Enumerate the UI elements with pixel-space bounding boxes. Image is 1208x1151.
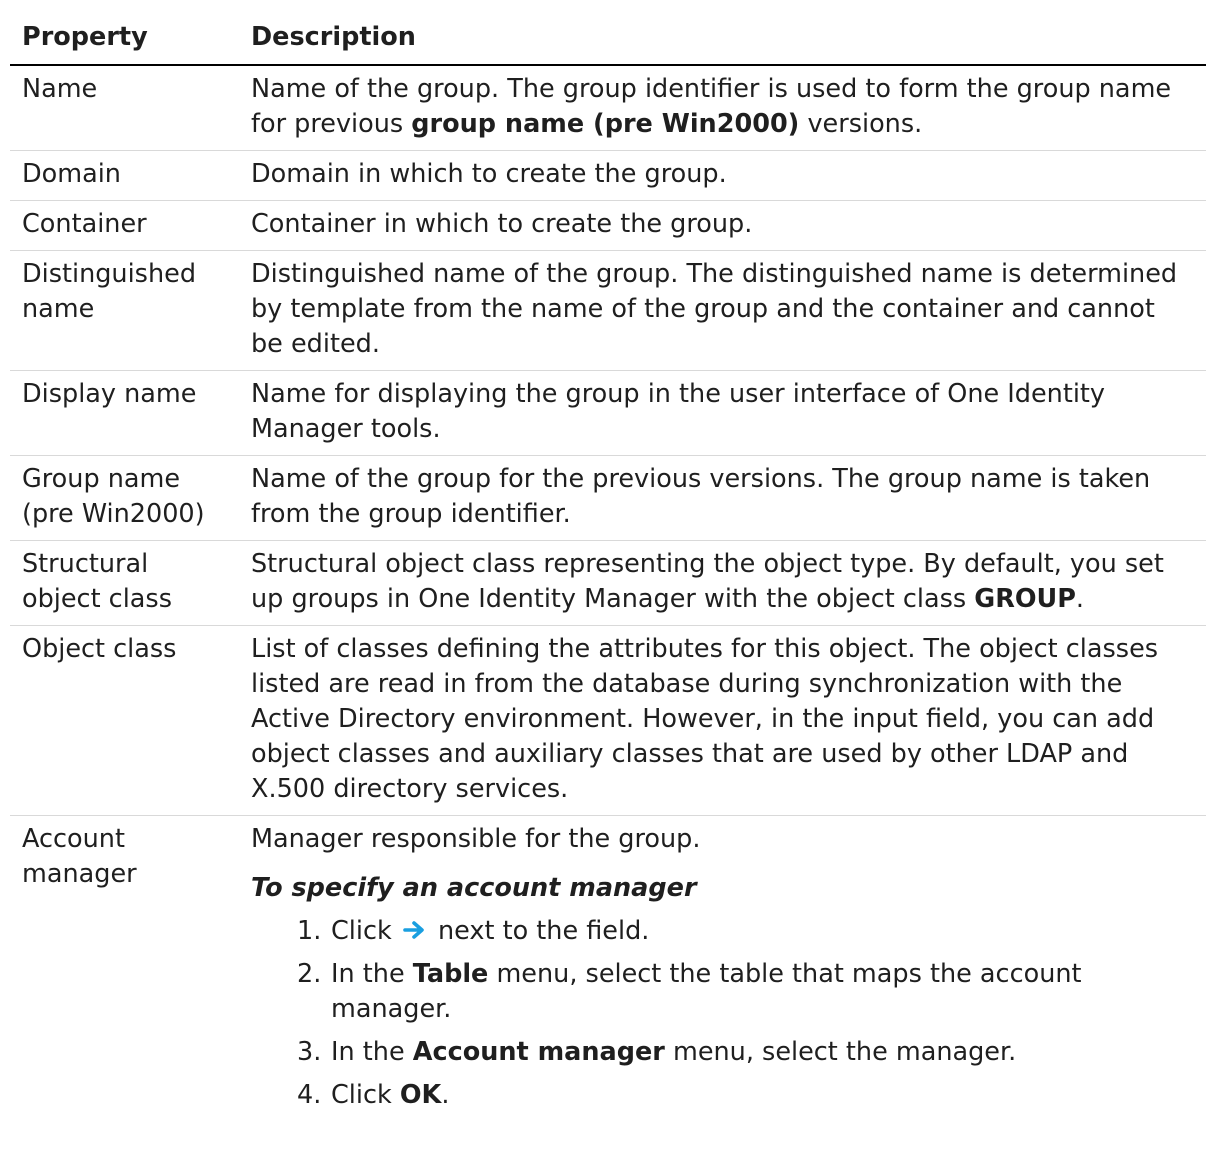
description-text: versions. bbox=[799, 109, 923, 139]
step-text: In the bbox=[331, 1037, 413, 1067]
property-cell: Container bbox=[10, 200, 239, 251]
list-item: 4. Click OK. bbox=[297, 1078, 1194, 1113]
property-cell: Distinguished name bbox=[10, 250, 239, 371]
table-row: Object class List of classes defining th… bbox=[10, 625, 1206, 816]
step-text: Click bbox=[331, 1080, 400, 1110]
step-bold: Table bbox=[412, 959, 489, 989]
property-cell: Display name bbox=[10, 370, 239, 456]
step-bold: Account manager bbox=[412, 1037, 665, 1067]
description-cell: Manager responsible for the group. To sp… bbox=[239, 816, 1206, 1130]
description-cell: List of classes defining the attributes … bbox=[239, 625, 1206, 816]
description-bold: GROUP bbox=[974, 584, 1076, 614]
property-cell: Group name (pre Win2000) bbox=[10, 455, 239, 541]
header-property: Property bbox=[10, 12, 239, 66]
step-number: 1. bbox=[297, 916, 322, 946]
description-cell: Structural object class representing the… bbox=[239, 540, 1206, 626]
step-text: next to the field. bbox=[429, 916, 650, 946]
description-cell: Name of the group. The group identifier … bbox=[239, 65, 1206, 151]
table-row: Group name (pre Win2000) Name of the gro… bbox=[10, 455, 1206, 541]
property-cell: Object class bbox=[10, 625, 239, 816]
table-row: Distinguished name Distinguished name of… bbox=[10, 250, 1206, 371]
step-text: Click bbox=[331, 916, 400, 946]
table-row: Domain Domain in which to create the gro… bbox=[10, 150, 1206, 201]
step-bold: OK bbox=[399, 1080, 442, 1110]
step-text: . bbox=[441, 1080, 450, 1110]
property-cell: Domain bbox=[10, 150, 239, 201]
description-cell: Container in which to create the group. bbox=[239, 200, 1206, 251]
table-row: Account manager Manager responsible for … bbox=[10, 816, 1206, 1130]
property-table: Property Description Name Name of the gr… bbox=[10, 12, 1206, 1129]
description-cell: Domain in which to create the group. bbox=[239, 150, 1206, 201]
step-text: In the bbox=[331, 959, 413, 989]
header-description: Description bbox=[239, 12, 1206, 66]
property-cell: Name bbox=[10, 65, 239, 151]
list-item: 1. Click next to the field. bbox=[297, 914, 1194, 949]
property-cell: Account manager bbox=[22, 824, 137, 889]
description-text: . bbox=[1075, 584, 1085, 614]
procedure-title: To specify an account manager bbox=[251, 873, 697, 903]
list-item: 3. In the Account manager menu, select th… bbox=[297, 1035, 1194, 1070]
step-number: 2. bbox=[297, 959, 322, 989]
table-row: Display name Name for displaying the gro… bbox=[10, 370, 1206, 456]
procedure-steps: 1. Click next to the field. 2. In the Tabl… bbox=[251, 914, 1194, 1113]
table-header-row: Property Description bbox=[10, 12, 1206, 66]
list-item: 2. In the Table menu, select the table th… bbox=[297, 957, 1194, 1027]
description-bold: group name (pre Win2000) bbox=[411, 109, 800, 139]
table-row: Container Container in which to create t… bbox=[10, 200, 1206, 251]
step-number: 4. bbox=[297, 1080, 322, 1110]
arrow-right-icon bbox=[403, 921, 424, 939]
description-cell: Distinguished name of the group. The dis… bbox=[239, 250, 1206, 371]
description-cell: Name for displaying the group in the use… bbox=[239, 370, 1206, 456]
property-cell: Structural object class bbox=[10, 540, 239, 626]
step-number: 3. bbox=[297, 1037, 322, 1067]
table-row: Name Name of the group. The group identi… bbox=[10, 65, 1206, 151]
table-row: Structural object class Structural objec… bbox=[10, 540, 1206, 626]
description-text: Manager responsible for the group. bbox=[251, 824, 701, 854]
step-text: menu, select the manager. bbox=[664, 1037, 1017, 1067]
description-cell: Name of the group for the previous versi… bbox=[239, 455, 1206, 541]
